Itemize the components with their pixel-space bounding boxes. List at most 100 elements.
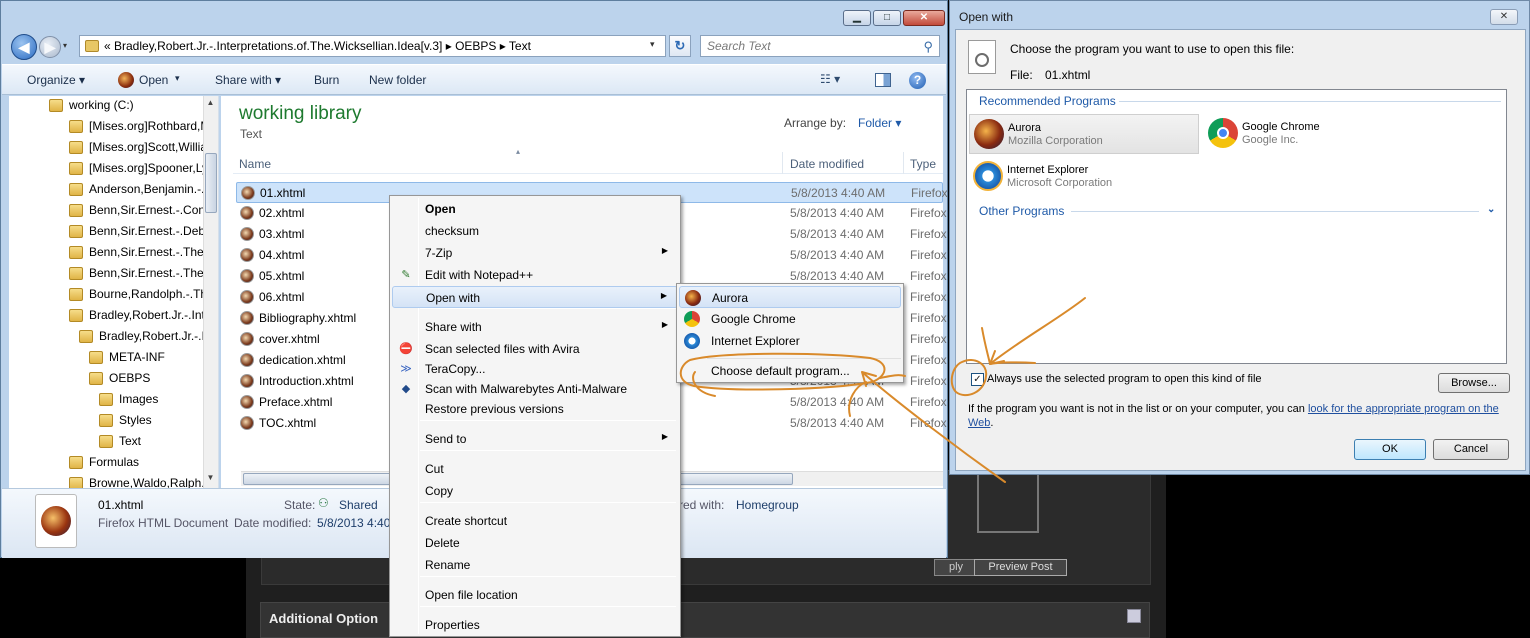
context-menu: Open checksum 7-Zip ▶ ✎ Edit with Notepad++ Op… (389, 195, 681, 637)
organize-menu[interactable]: Organize ▾ (27, 73, 85, 87)
menu-item-checksum[interactable]: checksum (392, 220, 678, 242)
menu-item-restore-previous-versions[interactable]: Restore previous versions (392, 398, 678, 420)
recent-pages-dropdown[interactable]: ▾ (63, 41, 67, 50)
file-name: 05.xhtml (259, 269, 305, 283)
address-dropdown-icon[interactable]: ▾ (650, 39, 655, 50)
other-programs-header[interactable]: Other Programs (979, 204, 1064, 218)
menu-item-open[interactable]: Open (392, 198, 678, 220)
tree-item-label: Benn,Sir.Ernest.-.The.Re (89, 245, 219, 259)
menu-item-scan-selected-files-with-avira[interactable]: ⛔ Scan selected files with Avira (392, 338, 678, 360)
program-list: Recommended Programs Aurora Mozilla Corp… (966, 89, 1507, 364)
menu-item-rename[interactable]: Rename (392, 554, 678, 576)
collapse-icon[interactable] (1127, 609, 1141, 623)
refresh-button[interactable]: ↻ (669, 35, 691, 57)
burn-button[interactable]: Burn (314, 73, 339, 87)
file-name: 04.xhtml (259, 248, 305, 262)
scrollbar-thumb[interactable] (205, 153, 217, 213)
browse-button[interactable]: Browse... (1438, 373, 1510, 393)
chevron-down-icon[interactable]: ⌄ (1487, 204, 1495, 215)
preview-post-button[interactable]: Preview Post (974, 559, 1067, 576)
forward-button[interactable]: ▶ (39, 36, 61, 58)
command-toolbar: Organize ▾ Open ▾ Share with ▾ Burn New … (2, 64, 946, 95)
column-divider[interactable] (782, 152, 783, 174)
menu-item-create-shortcut[interactable]: Create shortcut (392, 510, 678, 532)
malwarebytes-icon: ◆ (401, 383, 411, 395)
tree-item-label: Anderson,Benjamin.-.E (89, 182, 213, 196)
menu-item-cut[interactable]: Cut (392, 458, 678, 480)
menu-item-copy[interactable]: Copy (392, 480, 678, 502)
menu-item-label: Open file location (425, 588, 518, 602)
program-internet-explorer[interactable]: Internet Explorer Microsoft Corporation (969, 157, 1199, 197)
menu-item-scan-with-malwarebytes-anti-malware[interactable]: ◆ Scan with Malwarebytes Anti-Malware (392, 378, 678, 400)
new-folder-button[interactable]: New folder (369, 73, 426, 87)
back-button[interactable]: ◀ (11, 34, 37, 60)
address-path[interactable]: « Bradley,Robert.Jr.-.Interpretations.of… (104, 39, 531, 53)
scroll-down-icon[interactable]: ▼ (204, 473, 217, 482)
search-icon[interactable]: ⚲ (923, 39, 933, 55)
always-use-label[interactable]: Always use the selected program to open … (987, 373, 1262, 385)
menu-item-edit-with-notepad[interactable]: ✎ Edit with Notepad++ (392, 264, 678, 286)
maximize-button[interactable]: □ (873, 10, 901, 26)
close-button[interactable]: ✕ (903, 10, 945, 26)
column-divider[interactable] (903, 152, 904, 174)
tree-item-label: Bradley,Robert.Jr.-.Int (99, 329, 215, 343)
submenu-arrow-icon: ▶ (661, 432, 668, 441)
ok-button[interactable]: OK (1354, 439, 1426, 460)
menu-item-label: checksum (425, 224, 480, 238)
file-name: Bibliography.xhtml (259, 311, 357, 325)
submenu-item-choose-default[interactable]: Choose default program... (679, 360, 901, 382)
search-input[interactable]: Search Text ⚲ (700, 35, 940, 57)
column-header-name[interactable]: Name (239, 157, 271, 171)
program-google-chrome[interactable]: Google Chrome Google Inc. (1204, 114, 1434, 154)
navigation-scrollbar[interactable]: ▲ ▼ (203, 96, 218, 488)
menu-item-delete[interactable]: Delete (392, 532, 678, 554)
divider (1071, 211, 1479, 212)
explorer-titlebar[interactable]: ▁ □ ✕ (1, 1, 947, 31)
tree-item-label: Images (119, 392, 159, 406)
menu-separator (420, 606, 676, 607)
menu-item-properties[interactable]: Properties (392, 614, 678, 636)
submenu-item-aurora[interactable]: Aurora (679, 286, 901, 308)
preview-pane-icon[interactable] (875, 73, 891, 87)
folder-icon (85, 40, 99, 52)
submenu-item-internet-explorer[interactable]: Internet Explorer (679, 330, 901, 352)
share-with-menu[interactable]: Share with ▾ (215, 73, 281, 87)
details-state-value[interactable]: Shared (339, 498, 378, 512)
navigation-pane: working (C:) [Mises.org]Rothbard,M [Mises.… (9, 96, 219, 488)
address-bar[interactable]: « Bradley,Robert.Jr.-.Interpretations.of… (79, 35, 666, 57)
folder-icon (99, 393, 113, 406)
program-aurora[interactable]: Aurora Mozilla Corporation (969, 114, 1199, 154)
menu-separator (707, 358, 901, 359)
submenu-arrow-icon: ▶ (661, 246, 668, 255)
submenu-item-google-chrome[interactable]: Google Chrome (679, 308, 901, 330)
cancel-button[interactable]: Cancel (1433, 439, 1509, 460)
arrange-by-dropdown[interactable]: Folder ▾ (858, 116, 901, 130)
menu-item-send-to[interactable]: Send to ▶ (392, 428, 678, 450)
menu-item-7-zip[interactable]: 7-Zip ▶ (392, 242, 678, 264)
menu-item-open-with[interactable]: Open with ▶ (392, 286, 678, 308)
file-label: File: (1010, 68, 1033, 82)
submenu-item-label: Internet Explorer (711, 334, 800, 348)
firefox-document-icon (240, 290, 254, 304)
menu-item-open-file-location[interactable]: Open file location (392, 584, 678, 606)
recommended-programs-header[interactable]: Recommended Programs (979, 94, 1116, 108)
always-use-checkbox[interactable]: ✓ (971, 373, 984, 386)
menu-item-share-with[interactable]: Share with ▶ (392, 316, 678, 338)
back-arrow-icon: ◀ (18, 39, 30, 55)
column-header-type[interactable]: Type (910, 157, 936, 171)
file-type: Firefox (910, 416, 947, 430)
column-header-date[interactable]: Date modified (790, 157, 864, 171)
help-icon[interactable]: ? (909, 72, 926, 89)
dialog-close-button[interactable]: ✕ (1490, 9, 1518, 25)
menu-item-label: Restore previous versions (425, 402, 564, 416)
scroll-up-icon[interactable]: ▲ (204, 98, 217, 107)
details-modified-value[interactable]: 5/8/2013 4:40 (317, 516, 390, 530)
tree-item-label: Benn,Sir.Ernest.-.The.St (89, 266, 219, 280)
menu-item-teracopy[interactable]: ≫ TeraCopy... (392, 358, 678, 380)
details-shared-with-value[interactable]: Homegroup (736, 498, 799, 512)
chevron-down-icon[interactable]: ▾ (175, 73, 180, 84)
change-view-icon[interactable]: ☷ ▾ (820, 72, 840, 86)
folder-icon (69, 225, 83, 238)
firefox-document-icon (240, 416, 254, 430)
minimize-button[interactable]: ▁ (843, 10, 871, 26)
